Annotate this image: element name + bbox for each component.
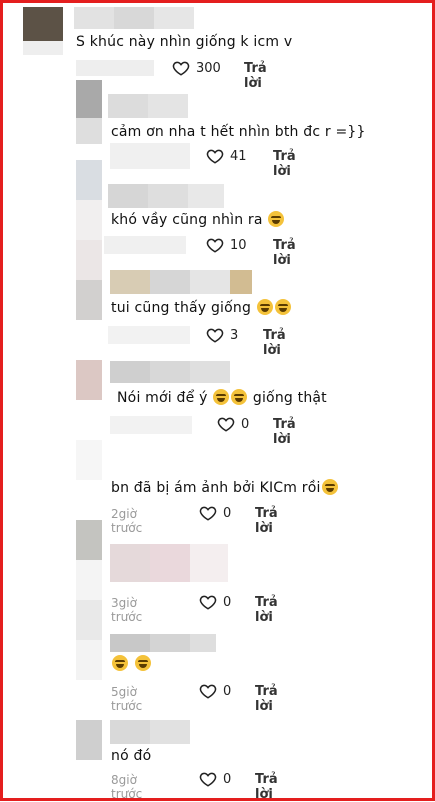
like-count: 3: [230, 327, 239, 343]
avatar[interactable]: [76, 600, 102, 640]
avatar-shadow: [76, 280, 102, 320]
heart-icon: [199, 595, 217, 610]
reply-button[interactable]: Trả lời: [244, 61, 267, 91]
username-redacted: [110, 270, 252, 294]
laughing-emoji: [134, 655, 151, 671]
reply-button[interactable]: Trả lời: [255, 772, 278, 802]
like-count: 0: [223, 505, 232, 521]
comment-emojis: [111, 655, 152, 672]
like-button[interactable]: 41: [206, 147, 247, 165]
like-button[interactable]: 3: [206, 326, 238, 344]
comment-text: khó vầy cũng nhìn ra: [111, 211, 285, 228]
comment-text: bn đã bị ám ảnh bởi KICm rồi: [111, 479, 339, 496]
like-button[interactable]: 0: [199, 593, 231, 611]
comment-text-main: tui cũng thấy giống: [111, 300, 252, 316]
laughing-emoji: [321, 479, 338, 495]
reply-button[interactable]: Trả lời: [263, 328, 286, 358]
heart-icon: [206, 149, 224, 164]
comment-text: Nói mới để ý giống thật: [117, 389, 327, 406]
heart-icon: [199, 506, 217, 521]
like-button[interactable]: 0: [199, 682, 231, 700]
comment-text: nó đó: [111, 748, 152, 764]
timestamp: 3giờ trước: [111, 596, 143, 624]
laughing-emoji: [231, 389, 248, 405]
avatar[interactable]: [76, 520, 102, 560]
like-count: 0: [223, 594, 232, 610]
avatar-shadow: [76, 640, 102, 680]
time-redacted: [104, 236, 186, 254]
heart-icon: [217, 417, 235, 432]
comment-text-a: Nói mới để ý: [117, 390, 208, 406]
avatar[interactable]: [23, 7, 63, 41]
like-count: 10: [230, 237, 247, 253]
avatar-shadow: [23, 41, 63, 55]
laughing-emoji: [256, 299, 273, 315]
laughing-emoji: [274, 299, 291, 315]
laughing-emoji: [213, 389, 230, 405]
laughing-emoji: [112, 655, 128, 671]
reply-button[interactable]: Trả lời: [273, 417, 296, 447]
reply-button[interactable]: Trả lời: [255, 506, 278, 536]
time-redacted: [110, 416, 192, 434]
timestamp: 8giờ trước: [111, 773, 143, 801]
heart-icon: [206, 238, 224, 253]
avatar-shadow: [76, 200, 102, 240]
comment-text: cảm ơn nha t hết nhìn bth đc r =}}: [111, 124, 366, 140]
avatar[interactable]: [76, 360, 102, 400]
like-button[interactable]: 0: [199, 770, 231, 788]
like-count: 300: [196, 60, 221, 76]
username-redacted: [74, 7, 194, 29]
like-button[interactable]: 10: [206, 236, 247, 254]
time-redacted: [110, 143, 190, 169]
username-redacted: [108, 94, 188, 118]
heart-icon: [199, 772, 217, 787]
reply-button[interactable]: Trả lời: [273, 238, 296, 268]
timestamp: 5giờ trước: [111, 685, 143, 713]
comment-text-b: giống thật: [252, 390, 327, 406]
avatar[interactable]: [76, 440, 102, 480]
username-redacted: [110, 720, 190, 744]
reply-button[interactable]: Trả lời: [255, 684, 278, 714]
like-count: 41: [230, 148, 247, 164]
comment-text-main: bn đã bị ám ảnh bởi KICm rồi: [111, 480, 321, 496]
username-redacted: [110, 634, 216, 652]
heart-icon: [206, 328, 224, 343]
heart-icon: [199, 684, 217, 699]
avatar-shadow: [76, 560, 102, 600]
like-count: 0: [223, 771, 232, 787]
laughing-emoji: [268, 211, 285, 227]
username-redacted: [110, 361, 230, 383]
avatar[interactable]: [76, 160, 102, 200]
like-count: 0: [223, 683, 232, 699]
like-count: 0: [241, 416, 250, 432]
like-button[interactable]: 0: [199, 504, 231, 522]
avatar[interactable]: [76, 720, 102, 760]
comment-text: tui cũng thấy giống: [111, 299, 292, 316]
avatar[interactable]: [76, 80, 102, 118]
timestamp: 2giờ trước: [111, 507, 143, 535]
comment-text: S khúc này nhìn giống k icm v: [76, 34, 293, 50]
comment-content-redacted: [110, 544, 228, 582]
reply-button[interactable]: Trả lời: [255, 595, 278, 625]
reply-button[interactable]: Trả lời: [273, 149, 296, 179]
username-redacted: [108, 184, 224, 208]
avatar[interactable]: [76, 240, 102, 280]
like-button[interactable]: 300: [172, 59, 221, 77]
heart-icon: [172, 61, 190, 76]
avatar-shadow: [76, 118, 102, 144]
comment-text-main: khó vầy cũng nhìn ra: [111, 212, 263, 228]
time-redacted: [76, 60, 154, 76]
like-button[interactable]: 0: [217, 415, 249, 433]
time-redacted: [108, 326, 190, 344]
